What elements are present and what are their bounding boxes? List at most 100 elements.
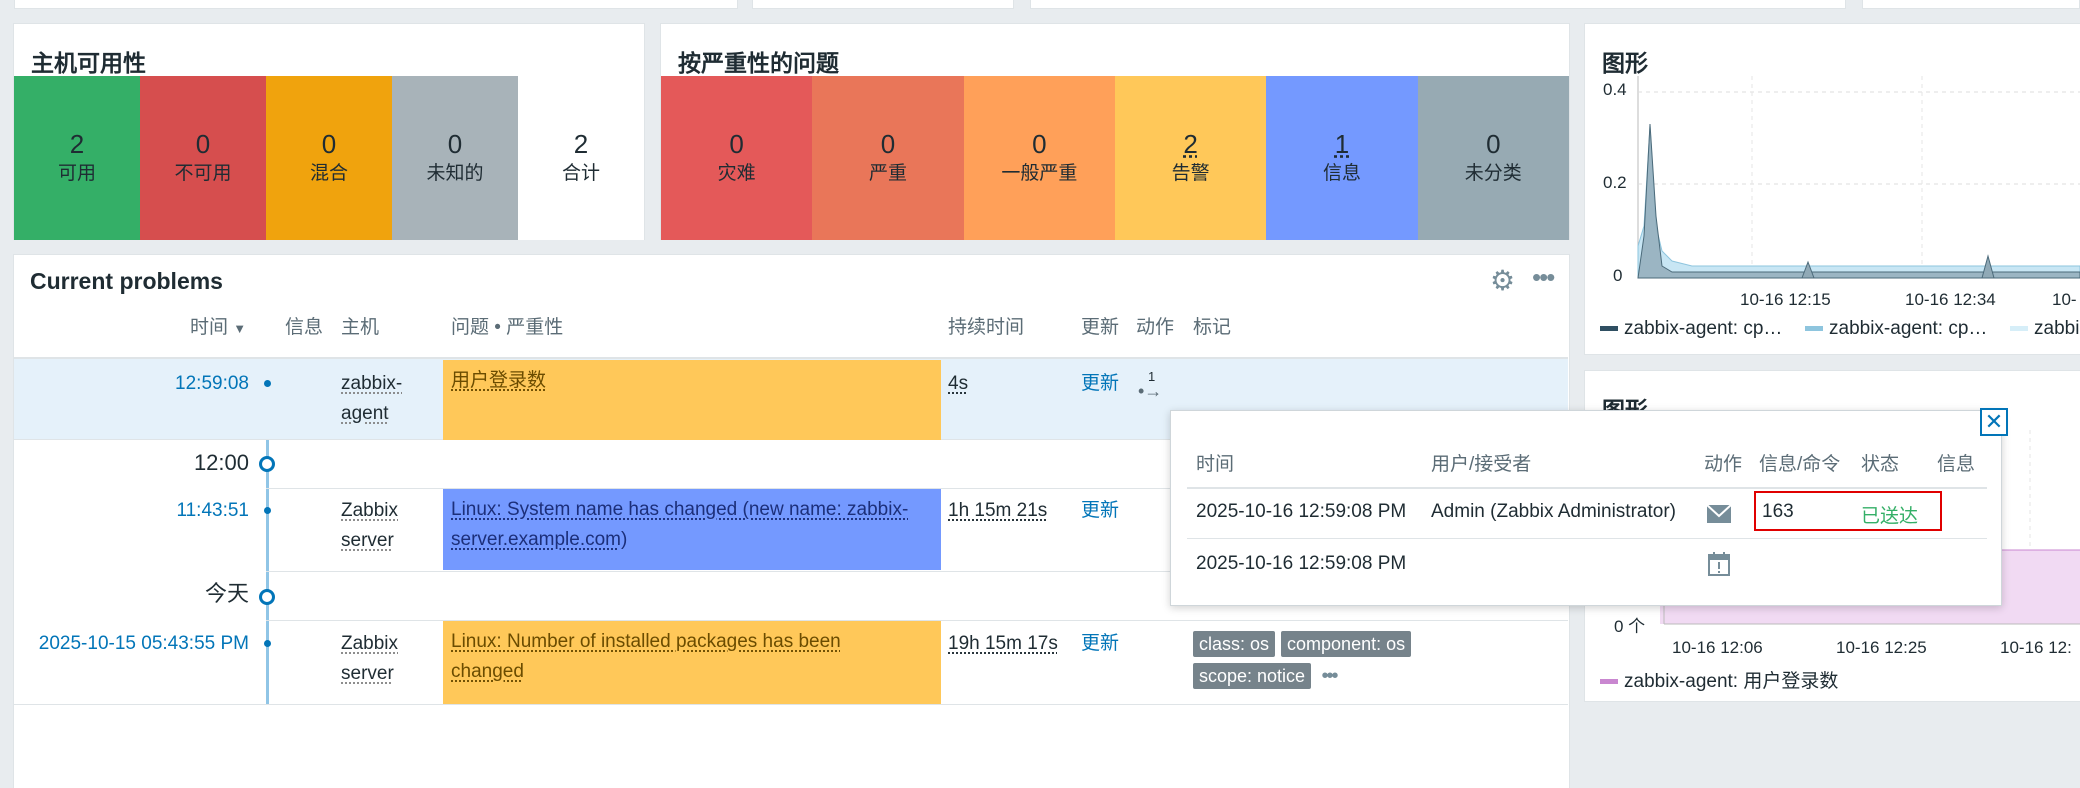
update-link[interactable]: 更新 <box>1081 629 1119 659</box>
legend-item[interactable]: zabbix-agent: 用户登录数 <box>1600 666 1838 693</box>
tile-label: 未知的 <box>426 163 484 184</box>
tile-count[interactable]: 2 <box>1183 128 1197 160</box>
legend-item[interactable]: zabbix-agent: cp… <box>1805 318 1987 340</box>
timeline-marker <box>259 456 275 472</box>
problems-by-severity-widget: 按严重性的问题 0 灾难 0 严重 0 一般严重 2 告警 1 信息 0 未分类 <box>660 23 1570 240</box>
more-options-icon[interactable]: ••• <box>1532 262 1555 293</box>
popup-column-action: 动作 <box>1704 454 1743 475</box>
popup-column-message: 信息/命令 <box>1759 454 1841 475</box>
tile-label: 信息 <box>1322 163 1361 184</box>
problem-host[interactable]: Zabbix server <box>341 496 398 556</box>
y-tick: 0.4 <box>1603 80 1627 99</box>
host-availability-widget: 主机可用性 2 可用 0 不可用 0 混合 0 未知的 2 合计 <box>13 23 645 240</box>
popup-column-status: 状态 <box>1861 454 1900 475</box>
tile-count: 0 <box>880 129 896 159</box>
column-update: 更新 <box>1081 317 1120 338</box>
top-widget-strip-4 <box>1862 0 2080 9</box>
problem-duration[interactable]: 19h 15m 17s <box>948 629 1058 659</box>
y-tick: 0 <box>1613 266 1623 285</box>
problem-name[interactable]: 用户登录数 <box>443 360 941 440</box>
gear-icon[interactable]: ⚙ <box>1490 264 1515 297</box>
envelope-icon <box>1706 504 1732 523</box>
top-widget-strip-3 <box>1030 0 1846 9</box>
tile-unknown[interactable]: 0 未知的 <box>392 76 518 240</box>
widget-title: 图形 <box>1602 50 1648 76</box>
legend-item[interactable]: zabbi <box>2010 318 2079 340</box>
widget-title: 按严重性的问题 <box>678 50 839 76</box>
timeline-marker <box>259 589 275 605</box>
calendar-alert-icon <box>1708 552 1730 576</box>
column-actions: 动作 <box>1136 317 1175 338</box>
tile-label: 未分类 <box>1464 163 1522 184</box>
tile-count[interactable]: 1 <box>1335 128 1349 160</box>
problem-host[interactable]: zabbix- agent <box>341 369 402 429</box>
top-widget-strip-2 <box>752 0 1014 9</box>
close-icon[interactable]: ✕ <box>1980 408 2008 436</box>
tile-count: 0 <box>1032 129 1047 159</box>
tile-count: 0 <box>447 129 463 159</box>
tile-label: 混合 <box>309 163 348 184</box>
tile-not-classified[interactable]: 0 未分类 <box>1417 76 1569 240</box>
tile-label: 告警 <box>1171 163 1210 184</box>
tile-count: 2 <box>573 129 589 159</box>
column-duration: 持续时间 <box>948 317 1025 338</box>
tile-average[interactable]: 0 一般严重 <box>963 76 1115 240</box>
y-tick: 0 个 <box>1614 617 1646 636</box>
tag-badge[interactable]: class: os <box>1193 631 1276 657</box>
problem-time[interactable]: 12:59:08 <box>100 369 249 399</box>
x-tick: 10- <box>2052 290 2077 309</box>
problem-time[interactable]: 11:43:51 <box>100 496 249 526</box>
popup-column-user: 用户/接受者 <box>1431 454 1532 475</box>
column-tags: 标记 <box>1193 317 1232 338</box>
x-tick: 10-16 12: <box>2000 638 2072 657</box>
action-arrow-icon: •→ <box>1138 381 1163 401</box>
tile-total[interactable]: 2 合计 <box>518 76 644 240</box>
tile-label: 不可用 <box>174 163 232 184</box>
timeline-dot <box>264 380 271 387</box>
tag-badge[interactable]: scope: notice <box>1193 663 1312 689</box>
timeline-dot <box>264 640 271 647</box>
x-tick: 10-16 12:15 <box>1740 290 1831 309</box>
tile-high[interactable]: 0 严重 <box>812 76 964 240</box>
tile-disaster[interactable]: 0 灾难 <box>661 76 813 240</box>
tags-list: class: os component: os scope: notice ••• <box>1193 631 1473 689</box>
x-tick: 10-16 12:34 <box>1905 290 1996 309</box>
x-tick: 10-16 12:06 <box>1672 638 1763 657</box>
problem-duration[interactable]: 1h 15m 21s <box>948 496 1047 526</box>
column-problem[interactable]: 问题 • 严重性 <box>451 312 563 339</box>
tile-count: 2 <box>69 129 85 159</box>
more-tags-icon[interactable]: ••• <box>1322 665 1339 687</box>
problem-name[interactable]: Linux: Number of installed packages has … <box>443 621 941 704</box>
x-tick: 10-16 12:25 <box>1836 638 1927 657</box>
tile-label: 严重 <box>868 163 907 184</box>
problem-duration[interactable]: 4s <box>948 369 968 399</box>
sort-down-icon: ▼ <box>233 321 247 336</box>
y-tick: 0.2 <box>1603 173 1627 192</box>
update-link[interactable]: 更新 <box>1081 369 1119 399</box>
problem-host[interactable]: Zabbix server <box>341 629 398 689</box>
widget-title: 主机可用性 <box>31 50 146 76</box>
problem-name[interactable]: Linux: System name has changed (new name… <box>443 489 941 570</box>
problem-time[interactable]: 2025-10-15 05:43:55 PM <box>20 629 249 659</box>
tile-label: 灾难 <box>717 163 756 184</box>
tile-unavailable[interactable]: 0 不可用 <box>140 76 266 240</box>
tile-warning[interactable]: 2 告警 <box>1114 76 1267 240</box>
popup-time: 2025-10-16 12:59:08 PM <box>1196 501 1407 522</box>
tile-mixed[interactable]: 0 混合 <box>266 76 392 240</box>
tag-badge[interactable]: component: os <box>1281 631 1412 657</box>
graph-plot <box>1637 76 2080 279</box>
column-time[interactable]: 时间 ▼ <box>190 312 246 339</box>
separator-label: 今天 <box>204 581 249 606</box>
tile-label: 合计 <box>561 163 600 184</box>
tile-information[interactable]: 1 信息 <box>1266 76 1418 240</box>
popup-column-info: 信息 <box>1937 454 1976 475</box>
tile-available[interactable]: 2 可用 <box>14 76 140 240</box>
tile-count: 0 <box>321 129 337 159</box>
tile-label: 可用 <box>57 163 96 184</box>
actions-indicator[interactable]: 1 •→ <box>1138 369 1168 401</box>
tile-label: 一般严重 <box>1001 163 1078 184</box>
popup-row-divider <box>1187 538 1987 539</box>
update-link[interactable]: 更新 <box>1081 496 1119 526</box>
legend-item[interactable]: zabbix-agent: cp… <box>1600 318 1782 340</box>
column-host[interactable]: 主机 <box>341 312 379 339</box>
